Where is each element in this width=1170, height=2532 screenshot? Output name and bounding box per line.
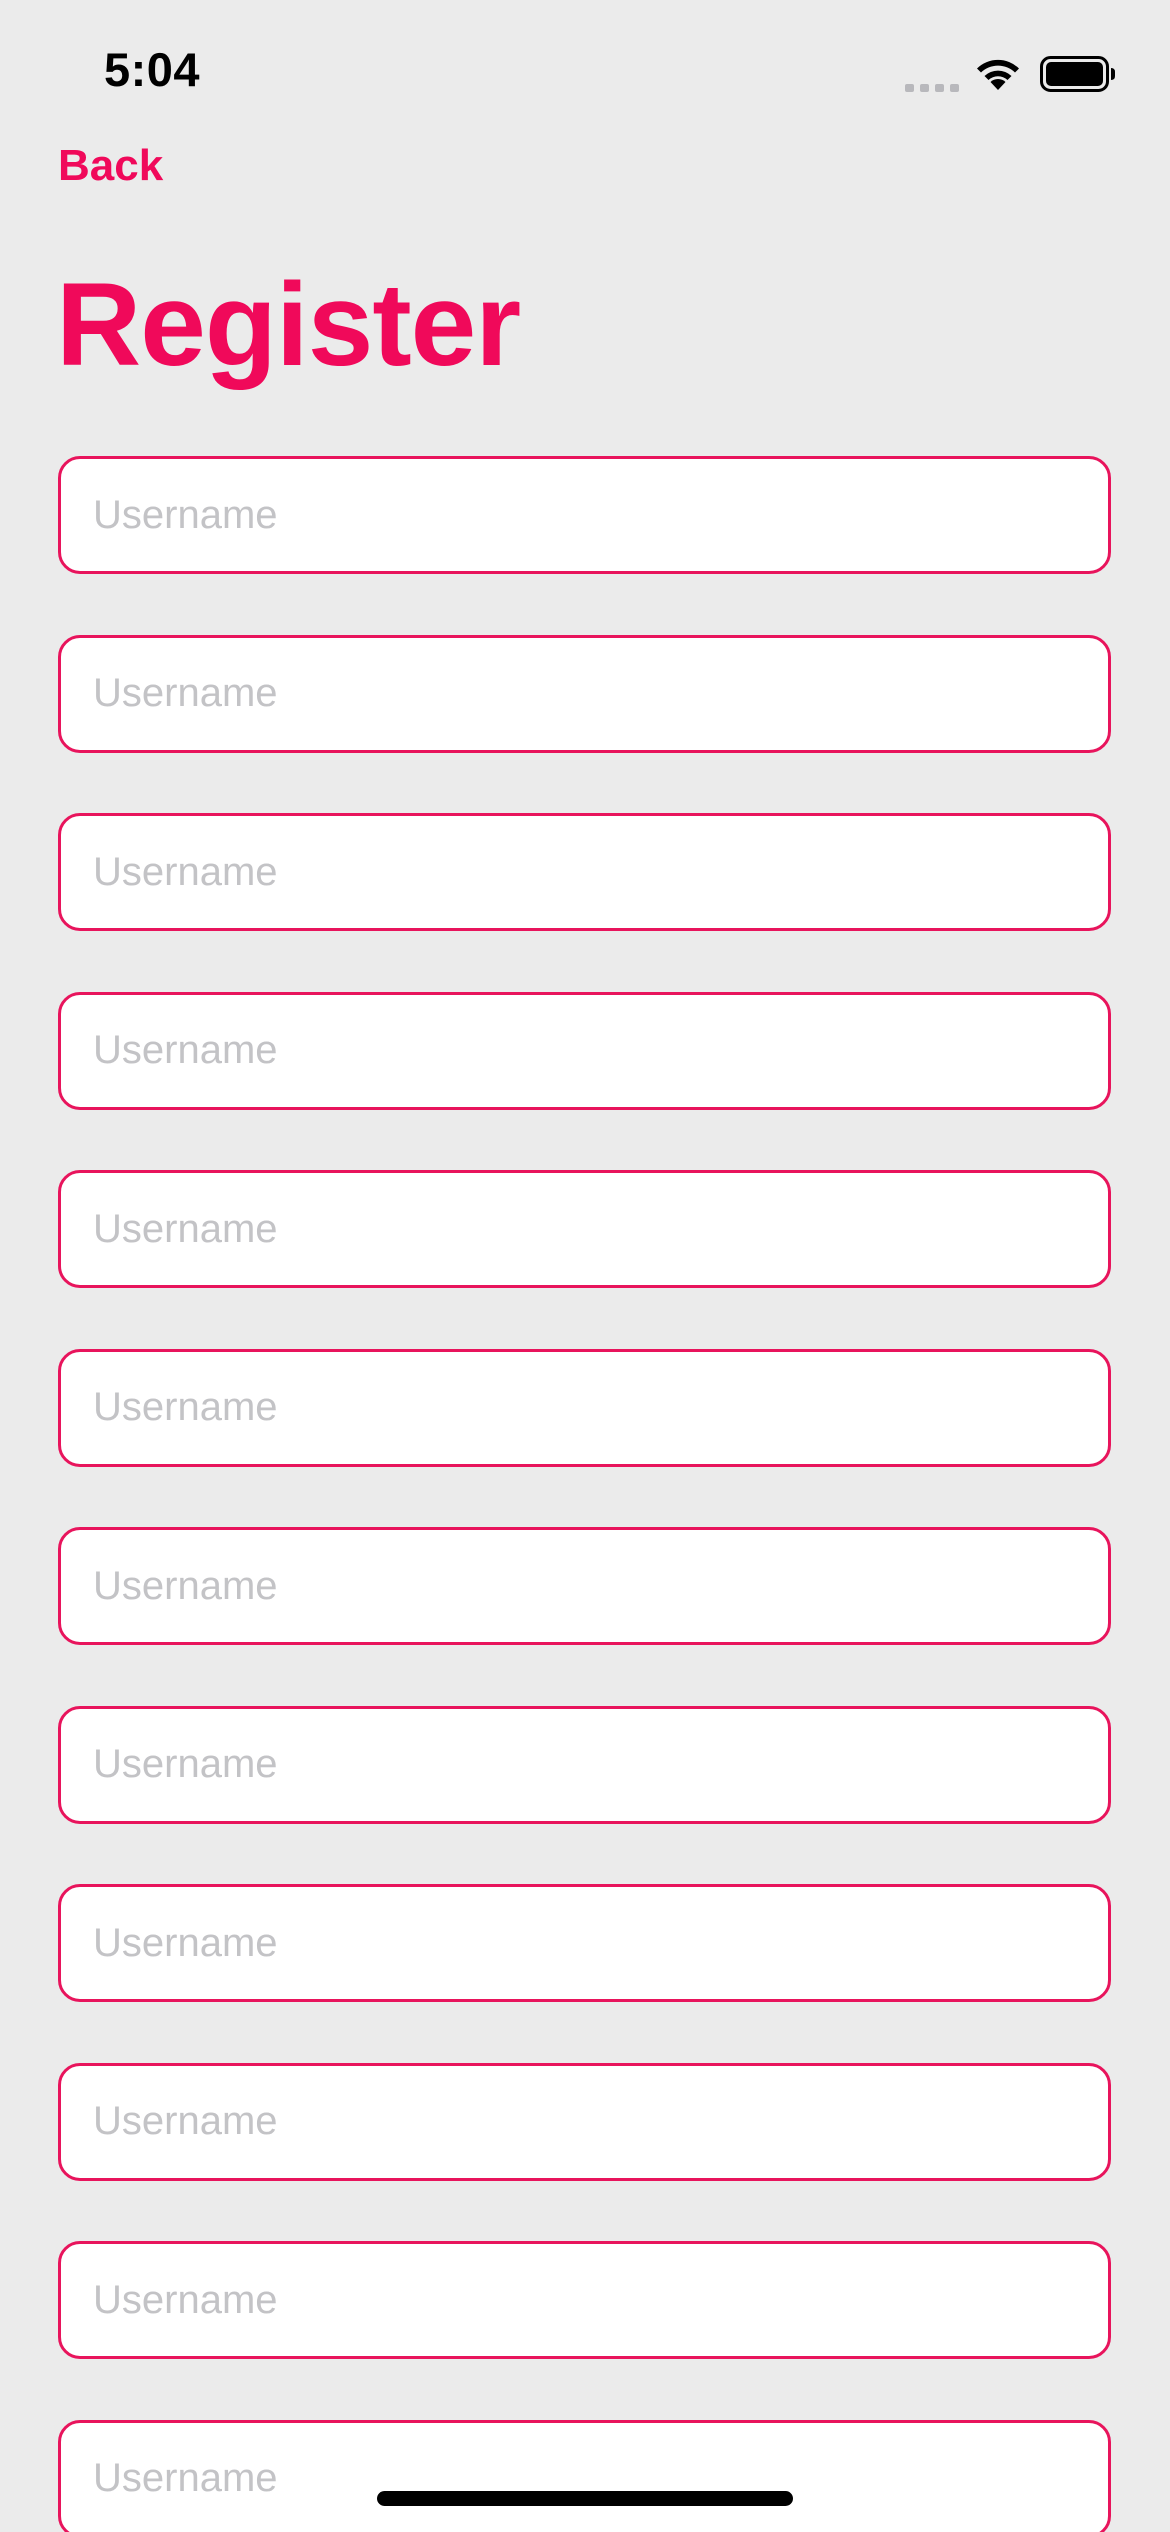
home-indicator[interactable]: [377, 2491, 793, 2506]
username-field[interactable]: [58, 2419, 1111, 2532]
back-button[interactable]: Back: [58, 136, 163, 196]
username-field[interactable]: [58, 634, 1111, 753]
username-field[interactable]: [58, 1348, 1111, 1467]
battery-icon: [1040, 56, 1115, 92]
username-field[interactable]: [58, 1170, 1111, 1288]
username-field[interactable]: [58, 2062, 1111, 2181]
username-field[interactable]: [58, 2241, 1111, 2359]
status-time: 5:04: [104, 43, 201, 96]
register-screen: 5:04 Back Register: [0, 0, 1170, 2532]
username-field[interactable]: [58, 1527, 1111, 1645]
username-field[interactable]: [58, 991, 1111, 1110]
signal-icon: [905, 84, 959, 92]
username-field[interactable]: [58, 1884, 1111, 2002]
wifi-icon: [977, 59, 1019, 90]
page-title: Register: [56, 259, 521, 391]
username-field[interactable]: [58, 456, 1111, 574]
username-field[interactable]: [58, 813, 1111, 931]
username-field[interactable]: [58, 1705, 1111, 1824]
register-form: [58, 456, 1111, 2532]
status-bar: 5:04: [0, 0, 1170, 140]
